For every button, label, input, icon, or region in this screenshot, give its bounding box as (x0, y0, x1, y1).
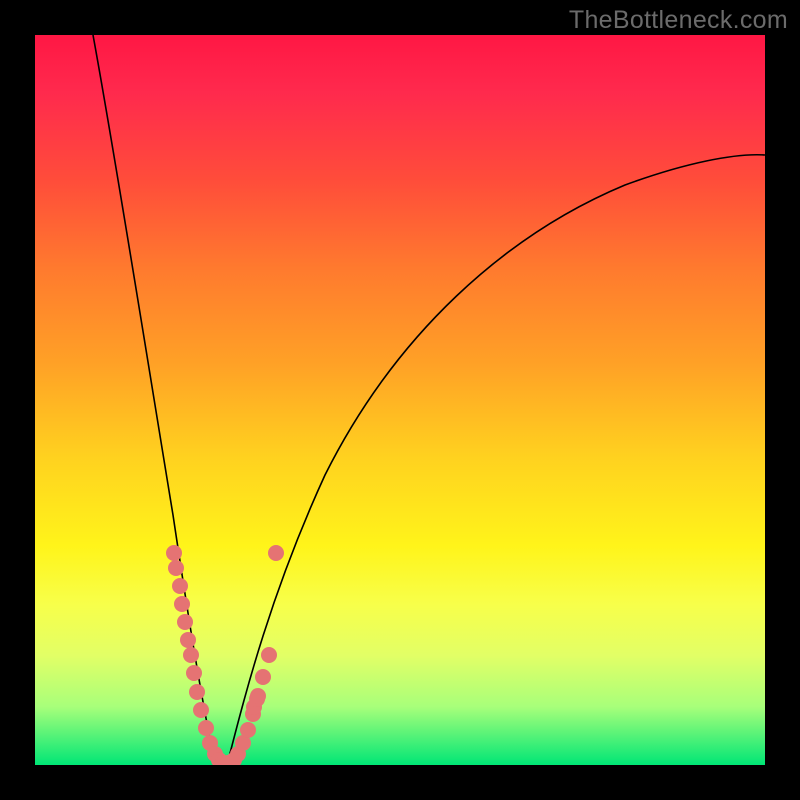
scatter-dot (193, 702, 209, 718)
watermark-text: TheBottleneck.com (569, 6, 788, 35)
scatter-dot (255, 669, 271, 685)
scatter-dot (189, 684, 205, 700)
scatter-group (166, 545, 284, 765)
scatter-dot (240, 722, 256, 738)
scatter-dot (183, 647, 199, 663)
scatter-dot (261, 647, 277, 663)
scatter-dot (174, 596, 190, 612)
scatter-dot (186, 665, 202, 681)
scatter-dot (198, 720, 214, 736)
scatter-dot (172, 578, 188, 594)
scatter-dot (180, 632, 196, 648)
scatter-dot (250, 688, 266, 704)
chart-svg (35, 35, 765, 765)
chart-stage: TheBottleneck.com (0, 0, 800, 800)
scatter-dot (166, 545, 182, 561)
plot-area (35, 35, 765, 765)
scatter-dot (168, 560, 184, 576)
scatter-dot (177, 614, 193, 630)
bottleneck-curve-right (227, 155, 765, 765)
scatter-dot (268, 545, 284, 561)
